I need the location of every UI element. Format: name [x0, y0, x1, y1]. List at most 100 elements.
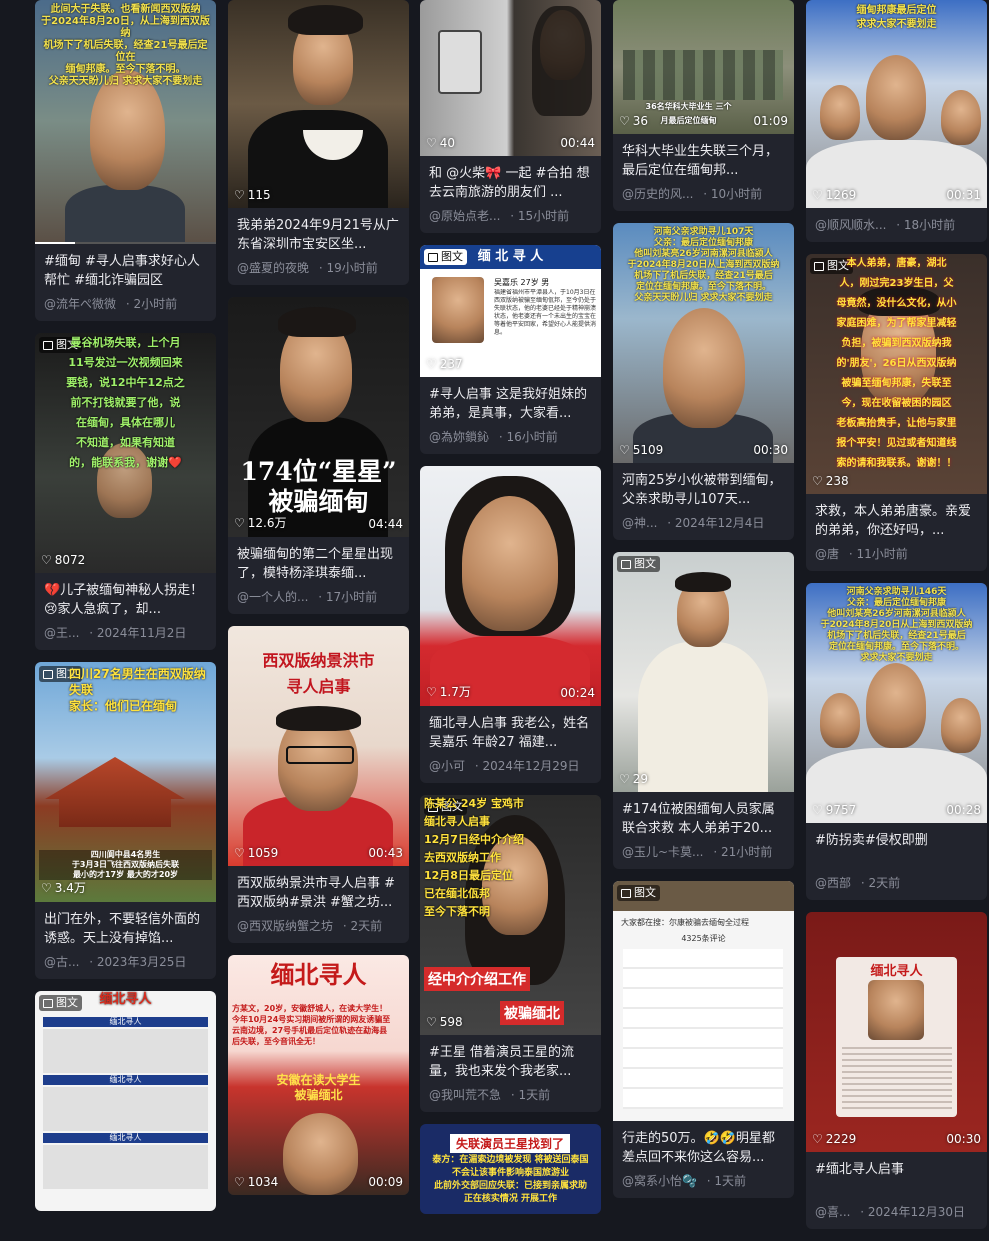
- author-name[interactable]: @小可: [429, 759, 465, 773]
- author-name[interactable]: @西双版纳蟹之坊: [237, 919, 333, 933]
- author-name[interactable]: @窝系小怡🫧: [622, 1174, 697, 1188]
- notice-header: 缅北寻人: [870, 964, 923, 979]
- author-name[interactable]: @一个人的...: [237, 590, 308, 604]
- author-name[interactable]: @我叫荒不急: [429, 1088, 501, 1102]
- caption-banner: 被骗缅北: [500, 1001, 564, 1025]
- author-name[interactable]: @喜...: [815, 1205, 850, 1219]
- video-thumbnail[interactable]: ♡ 40 00:44: [420, 0, 601, 156]
- overlay-text: 曼谷机场失联，上个月 11号发过一次视频回来 要钱，说12中午12点之 前不打钱…: [66, 336, 185, 469]
- feed-card[interactable]: 缅 北 寻 人 吴嘉乐 27岁 男 福建省福州市平潭县人，于10月3日在西双版纳…: [420, 245, 601, 454]
- post-title[interactable]: 我弟弟2024年9月21号从广东省深圳市宝安区坐...: [237, 216, 400, 254]
- feed-column-5: 缅甸邦康最后定位 求求大家不要划走 ♡ 1269 00:31 @顺风顺水... ·…: [806, 0, 987, 1241]
- like-count: ♡ 3.4万: [41, 881, 86, 895]
- post-title[interactable]: 和 @火柴🎀 一起 #合拍 想去云南旅游的朋友们 ...: [429, 164, 592, 202]
- feed-card[interactable]: 36名华科大毕业生 三个月最后定位缅甸 ♡ 36 01:09 华科大毕业生失联三个…: [613, 0, 794, 211]
- feed-card[interactable]: 图文 四川27名男生在西双版纳失联 家长：他们已在缅甸 四川阆中县4名男生 于3…: [35, 662, 216, 979]
- feed-card[interactable]: 西双版纳景洪市 寻人启事 ♡ 1059 00:43 西双版纳景洪市寻人启事 #西双…: [228, 626, 409, 943]
- post-time: 1天前: [518, 1088, 551, 1102]
- post-title[interactable]: 河南25岁小伙被带到缅甸，父亲求助寻儿107天...: [622, 471, 785, 509]
- video-thumbnail[interactable]: ♡ 115: [228, 0, 409, 208]
- image-thumbnail[interactable]: 失联演员王星找到了 泰方：在湄索边境被发现 将被送回泰国 不会让该事件影响泰国旅…: [420, 1124, 601, 1214]
- notice-description: 福建省福州市平潭县人，于10月3日在西双版纳被骗至缅甸佤邦，至今仍处于失联状态，…: [494, 289, 596, 336]
- author-name[interactable]: @王...: [44, 626, 79, 640]
- post-title[interactable]: 求救，本人弟弟唐豪。亲爱的弟弟，你还好吗，...: [815, 502, 978, 540]
- author-name[interactable]: @历史的风...: [622, 187, 693, 201]
- feed-card[interactable]: ♡ 115 我弟弟2024年9月21号从广东省深圳市宝安区坐... @盛夏的夜晚 …: [228, 0, 409, 285]
- video-caption: 西双版纳景洪市 寻人启事: [262, 651, 375, 696]
- author-name[interactable]: @流年ぺ微微: [44, 297, 116, 311]
- post-title[interactable]: 缅北寻人启事 我老公，姓名 吴嘉乐 年龄27 福建...: [429, 714, 592, 752]
- post-title[interactable]: 华科大毕业生失联三个月，最后定位在缅甸邦...: [622, 142, 785, 180]
- feed-card[interactable]: 缅甸邦康最后定位 求求大家不要划走 ♡ 1269 00:31 @顺风顺水... ·…: [806, 0, 987, 242]
- image-thumbnail[interactable]: 图文 曼谷机场失联，上个月 11号发过一次视频回来 要钱，说12中午12点之 前…: [35, 333, 216, 573]
- post-title[interactable]: 西双版纳景洪市寻人启事 #西双版纳#景洪 #蟹之坊...: [237, 874, 400, 912]
- like-count: ♡ 238: [812, 474, 849, 488]
- author-name[interactable]: @神...: [622, 516, 657, 530]
- author-name[interactable]: @唐: [815, 547, 839, 561]
- post-title[interactable]: 被骗缅甸的第二个星星出现了，模特杨泽琪泰缅...: [237, 545, 400, 583]
- post-title[interactable]: #防拐卖#侵权即删: [815, 831, 978, 869]
- video-thumbnail[interactable]: 缅甸邦康最后定位 求求大家不要划走 ♡ 1269 00:31: [806, 0, 987, 208]
- feed-card[interactable]: 失联演员王星找到了 泰方：在湄索边境被发现 将被送回泰国 不会让该事件影响泰国旅…: [420, 1124, 601, 1214]
- image-thumbnail[interactable]: 图文 大家都在搜：尔康被骗去缅甸全过程 4325条评论: [613, 881, 794, 1121]
- feed-card[interactable]: 缅北寻人 缅北寻人 缅北寻人 图文 缅北寻人: [35, 991, 216, 1211]
- heart-icon: ♡: [234, 1175, 245, 1189]
- feed-card[interactable]: 河南父亲求助寻儿146天 父亲：最后定位缅甸邦康 他叫刘某亮26岁河南漯河县临颍…: [806, 583, 987, 900]
- author-name[interactable]: @為妳鎖鈊: [429, 430, 489, 444]
- glasses-graphic: [286, 746, 354, 764]
- feed-card[interactable]: 图文 ♡ 29 #174位被困缅甸人员家属联合求救 本人弟弟于20... @玉儿~…: [613, 552, 794, 869]
- heart-icon: ♡: [619, 114, 630, 128]
- post-title[interactable]: 行走的50万。🤣🤣明星都差点回不来你这么容易...: [622, 1129, 785, 1167]
- post-title[interactable]: #缅北寻人启事: [815, 1160, 978, 1198]
- author-name[interactable]: @古...: [44, 955, 79, 969]
- feed-card[interactable]: 图文 大家都在搜：尔康被骗去缅甸全过程 4325条评论 行走的50万。🤣🤣明星都…: [613, 881, 794, 1198]
- author-name[interactable]: @盛夏的夜晚: [237, 261, 309, 275]
- video-thumbnail[interactable]: 河南父亲求助寻儿107天 父亲：最后定位缅甸邦康 他叫刘某亮26岁河南漯河县临颍…: [613, 223, 794, 463]
- post-title[interactable]: #缅甸 #寻人启事求好心人帮忙 #缅北诈骗园区: [44, 252, 207, 290]
- feed-card[interactable]: 缅北寻人 方某文，20岁，安徽舒城人，在读大学生！ 今年10月24号实习期间被所…: [228, 955, 409, 1195]
- image-thumbnail[interactable]: 图文 陈某公 24岁 宝鸡市 缅北寻人启事 12月7日经中介介绍 去西双版纳工作…: [420, 795, 601, 1035]
- notice-text-lines: [842, 1047, 952, 1109]
- author-name[interactable]: @原始点老...: [429, 209, 500, 223]
- video-thumbnail[interactable]: 36名华科大毕业生 三个月最后定位缅甸 ♡ 36 01:09: [613, 0, 794, 134]
- feed-card[interactable]: ♡ 40 00:44 和 @火柴🎀 一起 #合拍 想去云南旅游的朋友们 ... @…: [420, 0, 601, 233]
- video-thumbnail[interactable]: 西双版纳景洪市 寻人启事 ♡ 1059 00:43: [228, 626, 409, 866]
- feed-column-2: ♡ 115 我弟弟2024年9月21号从广东省深圳市宝安区坐... @盛夏的夜晚 …: [228, 0, 409, 1207]
- feed-card[interactable]: ♡ 1.7万 00:24 缅北寻人启事 我老公，姓名 吴嘉乐 年龄27 福建...…: [420, 466, 601, 783]
- heart-icon: ♡: [812, 188, 823, 202]
- person-photo: [941, 698, 981, 753]
- image-thumbnail[interactable]: 图文 ♡ 29: [613, 552, 794, 792]
- post-title[interactable]: #王星 借着演员王星的流量，我也来发个我老家...: [429, 1043, 592, 1081]
- video-thumbnail[interactable]: 174位“星星” 被骗缅甸 ♡ 12.6万 04:44: [228, 297, 409, 537]
- post-title[interactable]: #174位被困缅甸人员家属联合求救 本人弟弟于20...: [622, 800, 785, 838]
- image-thumbnail[interactable]: 图文 本人弟弟，唐豪，湖北 人，刚过完23岁生日，父 母竟然，没什么文化，从小 …: [806, 254, 987, 494]
- image-thumbnail[interactable]: 缅北寻人 缅北寻人 缅北寻人 图文 缅北寻人: [35, 991, 216, 1211]
- author-name[interactable]: @顺风顺水...: [815, 218, 886, 232]
- post-title[interactable]: #寻人启事 这是我好姐妹的弟弟，是真事，大家看...: [429, 385, 592, 423]
- like-count: ♡ 1059: [234, 846, 279, 860]
- feed-column-3: ♡ 40 00:44 和 @火柴🎀 一起 #合拍 想去云南旅游的朋友们 ... @…: [420, 0, 601, 1226]
- feed-card[interactable]: 缅北寻人 ♡ 2229 00:30 #缅北寻人启事 @喜... · 2024年12…: [806, 912, 987, 1229]
- feed-card[interactable]: 174位“星星” 被骗缅甸 ♡ 12.6万 04:44 被骗缅甸的第二个星星出现了…: [228, 297, 409, 614]
- feed-card[interactable]: 此间大于失联。也看新闻西双版纳 于2024年8月20日，从上海到西双版纳 机场下…: [35, 0, 216, 321]
- author-name[interactable]: @玉儿~卡莫...: [622, 845, 704, 859]
- video-thumbnail[interactable]: 缅北寻人 ♡ 2229 00:30: [806, 912, 987, 1152]
- image-thumbnail[interactable]: 图文 四川27名男生在西双版纳失联 家长：他们已在缅甸 四川阆中县4名男生 于3…: [35, 662, 216, 902]
- video-thumbnail[interactable]: 河南父亲求助寻儿146天 父亲：最后定位缅甸邦康 他叫刘某亮26岁河南漯河县临颍…: [806, 583, 987, 823]
- video-thumbnail[interactable]: 缅北寻人 方某文，20岁，安徽舒城人，在读大学生！ 今年10月24号实习期间被所…: [228, 955, 409, 1195]
- person-photo: [663, 308, 745, 428]
- video-duration: 00:31: [946, 188, 981, 202]
- feed-card[interactable]: 河南父亲求助寻儿107天 父亲：最后定位缅甸邦康 他叫刘某亮26岁河南漯河县临颍…: [613, 223, 794, 540]
- video-thumbnail[interactable]: ♡ 1.7万 00:24: [420, 466, 601, 706]
- post-title[interactable]: 出门在外，不要轻信外面的诱惑。天上没有掉馅...: [44, 910, 207, 948]
- feed-card[interactable]: 图文 陈某公 24岁 宝鸡市 缅北寻人启事 12月7日经中介介绍 去西双版纳工作…: [420, 795, 601, 1112]
- post-time: 2小时前: [133, 297, 178, 311]
- video-thumbnail[interactable]: 此间大于失联。也看新闻西双版纳 于2024年8月20日，从上海到西双版纳 机场下…: [35, 0, 216, 242]
- overlay-text: 此间大于失联。也看新闻西双版纳 于2024年8月20日，从上海到西双版纳 机场下…: [41, 4, 210, 87]
- author-name[interactable]: @西部: [815, 876, 851, 890]
- feed-card[interactable]: 图文 曼谷机场失联，上个月 11号发过一次视频回来 要钱，说12中午12点之 前…: [35, 333, 216, 650]
- post-title[interactable]: 💔儿子被缅甸神秘人拐走！😢家人急疯了，却...: [44, 581, 207, 619]
- image-thumbnail[interactable]: 缅 北 寻 人 吴嘉乐 27岁 男 福建省福州市平潭县人，于10月3日在西双版纳…: [420, 245, 601, 377]
- overlay-text: 陈某公 24岁 宝鸡市 缅北寻人启事 12月7日经中介介绍 去西双版纳工作 12…: [424, 797, 524, 918]
- feed-card[interactable]: 图文 本人弟弟，唐豪，湖北 人，刚过完23岁生日，父 母竟然，没什么文化，从小 …: [806, 254, 987, 571]
